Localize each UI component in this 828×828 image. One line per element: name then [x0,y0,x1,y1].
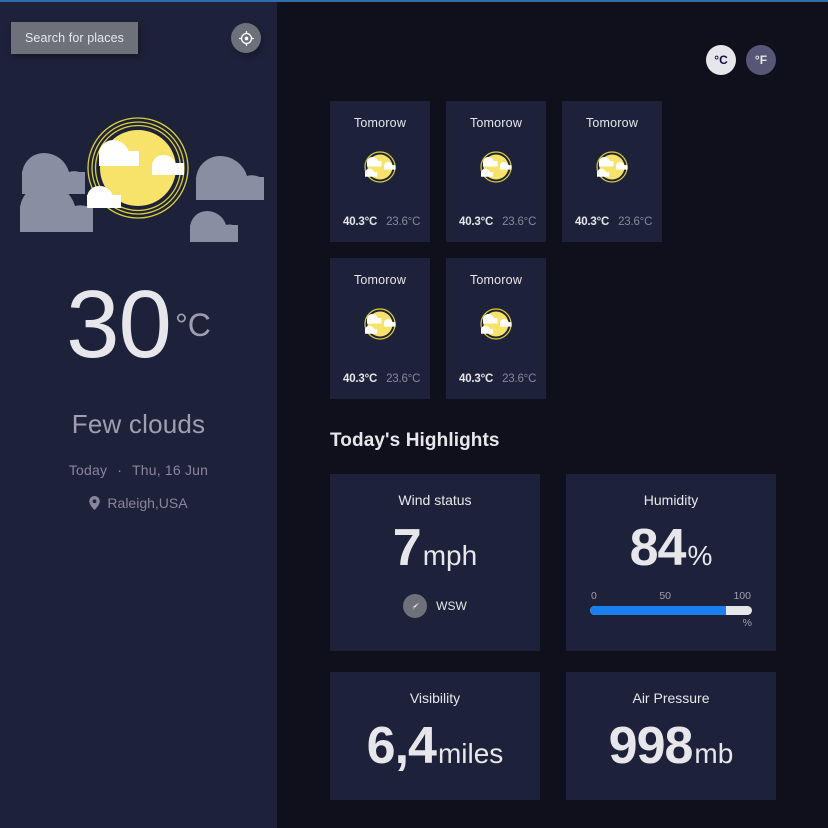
air-pressure-card: Air Pressure 998 mb [566,672,776,800]
forecast-min: 23.6°C [502,373,537,385]
forecast-day: Tomorow [469,273,523,287]
date-row: Today · Thu, 16 Jun [0,462,277,478]
humidity-progress-suffix: % [742,617,752,629]
visibility-unit: miles [437,738,504,769]
forecast-max: 40.3°C [343,373,378,385]
forecast-temps: 40.3°C 23.6°C [456,216,536,228]
forecast-day: Tomorow [353,273,407,287]
main-panel: °C °F Tomorow 40.3°C 23.6°C Tomorow 40.3… [277,2,828,828]
forecast-max: 40.3°C [575,216,610,228]
humidity-number: 84 [629,519,687,577]
navigation-arrow-icon [403,594,428,618]
humidity-progress: 0 50 100 % [586,590,756,629]
humidity-progress-fill [590,606,727,615]
forecast-day: Tomorow [585,116,639,130]
sun-behind-cloud-icon [590,147,634,192]
humidity-scale: 0 50 100 [590,590,752,602]
sun-behind-cloud-icon [474,147,518,192]
celsius-toggle[interactable]: °C [706,45,736,75]
wind-speed-number: 7 [392,519,422,577]
weather-condition: Few clouds [71,409,206,440]
humidity-scale-min: 0 [591,590,597,602]
forecast-temps: 40.3°C 23.6°C [340,216,420,228]
forecast-card[interactable]: Tomorow 40.3°C 23.6°C [330,101,430,242]
forecast-min: 23.6°C [386,216,421,228]
forecast-day: Tomorow [469,116,523,130]
highlights-grid: Wind status 7 mph WSW Humidity 84 % 0 50… [330,474,776,800]
forecast-day: Tomorow [353,116,407,130]
humidity-progress-track [590,606,752,615]
forecast-card[interactable]: Tomorow 40.3°C 23.6°C [330,258,430,399]
unit-toggle-group: °C °F [330,2,776,75]
date-value: Thu, 16 Jun [132,462,209,479]
forecast-temps: 40.3°C 23.6°C [456,373,536,385]
humidity-unit: % [687,540,713,571]
weather-illustration [0,80,277,255]
wind-status-value: 7 mph [350,522,520,574]
wind-direction-label: WSW [436,599,467,613]
wind-status-label: Wind status [398,492,472,508]
forecast-card[interactable]: Tomorow 40.3°C 23.6°C [446,101,546,242]
forecast-min: 23.6°C [386,373,421,385]
sidebar: Search for places 30 °C Few clouds Today… [0,2,277,828]
search-places-button[interactable]: Search for places [11,22,138,54]
visibility-card: Visibility 6,4 miles [330,672,540,800]
air-pressure-value: 998 mb [586,720,756,772]
sidebar-topbar: Search for places [0,2,277,56]
current-weather-block: 30 °C Few clouds Today · Thu, 16 Jun Ral… [0,271,277,511]
sun-with-clouds-illustration [20,117,264,242]
humidity-scale-max: 100 [733,590,751,602]
sun-behind-cloud-icon [358,304,402,349]
wind-direction: WSW [350,594,520,618]
air-pressure-unit: mb [694,738,734,769]
weather-app: Search for places 30 °C Few clouds Today… [0,2,828,828]
forecast-max: 40.3°C [459,216,494,228]
visibility-number: 6,4 [366,717,437,775]
crosshair-location-icon [238,30,254,46]
forecast-list: Tomorow 40.3°C 23.6°C Tomorow 40.3°C 23.… [330,101,776,399]
forecast-min: 23.6°C [502,216,537,228]
humidity-label: Humidity [643,492,699,508]
temperature-unit: °C [174,307,211,343]
geolocate-button[interactable] [231,23,261,53]
day-label: Today [68,462,108,479]
forecast-min: 23.6°C [618,216,653,228]
date-separator: · [117,462,123,479]
air-pressure-label: Air Pressure [632,690,710,706]
humidity-scale-mid: 50 [659,590,671,602]
wind-speed-unit: mph [422,540,478,571]
location-row: Raleigh,USA [0,495,277,511]
sun-behind-cloud-icon [474,304,518,349]
forecast-max: 40.3°C [343,216,378,228]
temperature-value: 30 [66,271,172,378]
humidity-card: Humidity 84 % 0 50 100 % [566,474,776,651]
highlights-title: Today's Highlights [330,430,500,451]
map-pin-icon [89,496,101,511]
sun-behind-cloud-icon [358,147,402,192]
visibility-value: 6,4 miles [350,720,520,772]
air-pressure-number: 998 [608,717,694,775]
forecast-temps: 40.3°C 23.6°C [340,373,420,385]
forecast-card[interactable]: Tomorow 40.3°C 23.6°C [562,101,662,242]
humidity-value: 84 % [586,522,756,574]
forecast-temps: 40.3°C 23.6°C [572,216,652,228]
forecast-max: 40.3°C [459,373,494,385]
current-temperature: 30 °C [0,271,277,378]
wind-status-card: Wind status 7 mph WSW [330,474,540,651]
forecast-card[interactable]: Tomorow 40.3°C 23.6°C [446,258,546,399]
location-name: Raleigh,USA [107,495,188,512]
visibility-label: Visibility [409,690,461,706]
fahrenheit-toggle[interactable]: °F [746,45,776,75]
